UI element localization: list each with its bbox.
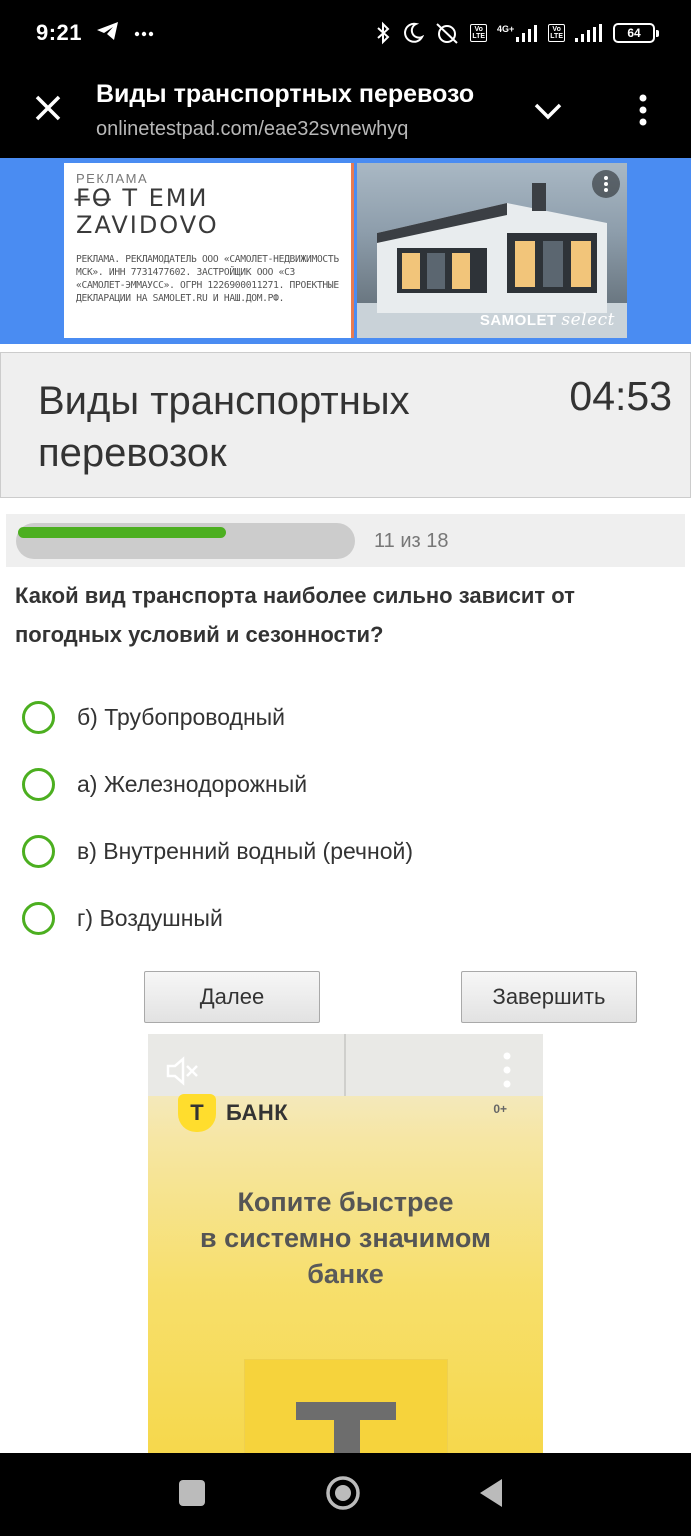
signal-4g-icon: 4G+ <box>497 24 538 42</box>
answer-options: б) Трубопроводный а) Железнодорожный в) … <box>22 684 662 952</box>
ad-card-letter-stem <box>334 1414 360 1453</box>
next-button[interactable]: Далее <box>144 971 320 1023</box>
ad-headline-line2: в системно значимом <box>200 1223 491 1253</box>
ad-banner-top[interactable]: РЕКЛАМА F̶O̶ T ЕМИ ZAVIDOVO РЕКЛАМА. РЕК… <box>0 158 691 344</box>
moon-icon <box>402 22 425 44</box>
tbank-name: БАНК <box>226 1100 289 1125</box>
progress-fill <box>18 527 226 538</box>
ad-headline-line3: банке <box>307 1259 384 1289</box>
ad-label: РЕКЛАМА <box>76 171 149 186</box>
mute-icon[interactable] <box>164 1054 200 1088</box>
bluetooth-icon <box>374 21 392 45</box>
radio-button[interactable] <box>22 835 55 868</box>
system-nav-bar <box>0 1453 691 1536</box>
ad-brand: F̶O̶ T ЕМИ ZAVIDOVO <box>76 185 341 239</box>
answer-option[interactable]: б) Трубопроводный <box>22 684 662 751</box>
chevron-down-icon[interactable] <box>530 96 566 126</box>
tbank-logo: Т БАНК <box>178 1094 288 1132</box>
radio-button[interactable] <box>22 701 55 734</box>
home-icon[interactable] <box>324 1474 362 1512</box>
volte-icon-2: Vo LTE <box>548 24 565 42</box>
option-label[interactable]: г) Воздушный <box>77 905 223 932</box>
battery-level: 64 <box>627 26 641 40</box>
back-icon[interactable] <box>478 1477 504 1509</box>
ad-brand-line1: F̶O̶ T ЕМИ <box>76 184 209 212</box>
status-time: 9:21 <box>36 20 83 45</box>
answer-option[interactable]: г) Воздушный <box>22 885 662 952</box>
age-rating-badge: 0+ <box>493 1102 507 1116</box>
test-timer: 04:53 <box>569 373 672 419</box>
option-label[interactable]: б) Трубопроводный <box>77 704 285 731</box>
ad-logo-main: SAMOLET <box>479 312 557 329</box>
ad-text-panel[interactable]: РЕКЛАМА F̶O̶ T ЕМИ ZAVIDOVO РЕКЛАМА. РЕК… <box>64 163 354 338</box>
status-bar: 9:21 Vo LTE 4G+ Vo LTE 64 <box>0 0 691 66</box>
ad-headline: Копите быстрее в системно значимом банке <box>148 1184 543 1292</box>
volte-icon: Vo LTE <box>470 24 488 42</box>
ad-brand-line2: ZAVIDOVO <box>76 211 219 239</box>
answer-option[interactable]: в) Внутренний водный (речной) <box>22 818 662 885</box>
more-vert-icon[interactable] <box>500 1050 514 1090</box>
more-vert-icon[interactable] <box>628 90 658 130</box>
test-header: Виды транспортных перевозок 04:53 <box>0 352 691 498</box>
question-text: Какой вид транспорта наиболее сильно зав… <box>15 583 575 647</box>
network-label: 4G+ <box>497 24 515 34</box>
tbank-shield-icon: Т <box>178 1094 216 1132</box>
ad-banner-bottom[interactable]: Т БАНК 0+ Копите быстрее в системно знач… <box>148 1034 543 1453</box>
radio-button[interactable] <box>22 902 55 935</box>
battery-icon: 64 <box>613 23 659 43</box>
telegram-icon <box>96 20 120 47</box>
ad-logo-sub: select <box>561 310 615 330</box>
option-label[interactable]: в) Внутренний водный (речной) <box>77 838 413 865</box>
ad-house-image[interactable]: SAMOLET select <box>357 163 627 338</box>
radio-button[interactable] <box>22 768 55 801</box>
ad-legal-text: РЕКЛАМА. РЕКЛАМОДАТЕЛЬ ООО «САМОЛЕТ-НЕДВ… <box>76 254 339 304</box>
alarm-off-icon <box>434 21 460 45</box>
option-label[interactable]: а) Железнодорожный <box>77 771 307 798</box>
progress-text: 11 из 18 <box>374 530 449 552</box>
wifi-signal-icon <box>575 24 603 42</box>
ad-headline-line1: Копите быстрее <box>237 1187 454 1217</box>
test-title: Виды транспортных перевозок <box>38 379 410 475</box>
answer-option[interactable]: а) Железнодорожный <box>22 751 662 818</box>
recent-apps-icon[interactable] <box>179 1480 205 1506</box>
ad-seam <box>344 1034 346 1096</box>
ad-options-icon[interactable] <box>592 170 620 198</box>
browser-page-title: Виды транспортных перевозо <box>96 80 475 108</box>
browser-toolbar: Виды транспортных перевозо onlinetestpad… <box>0 66 691 158</box>
more-dots-icon <box>134 24 154 42</box>
finish-button[interactable]: Завершить <box>461 971 637 1023</box>
ad-logo: SAMOLET select <box>480 310 615 330</box>
browser-url[interactable]: onlinetestpad.com/eae32svnewhyq <box>96 118 408 141</box>
close-icon[interactable] <box>30 90 66 126</box>
progress-strip: 11 из 18 <box>6 514 685 567</box>
